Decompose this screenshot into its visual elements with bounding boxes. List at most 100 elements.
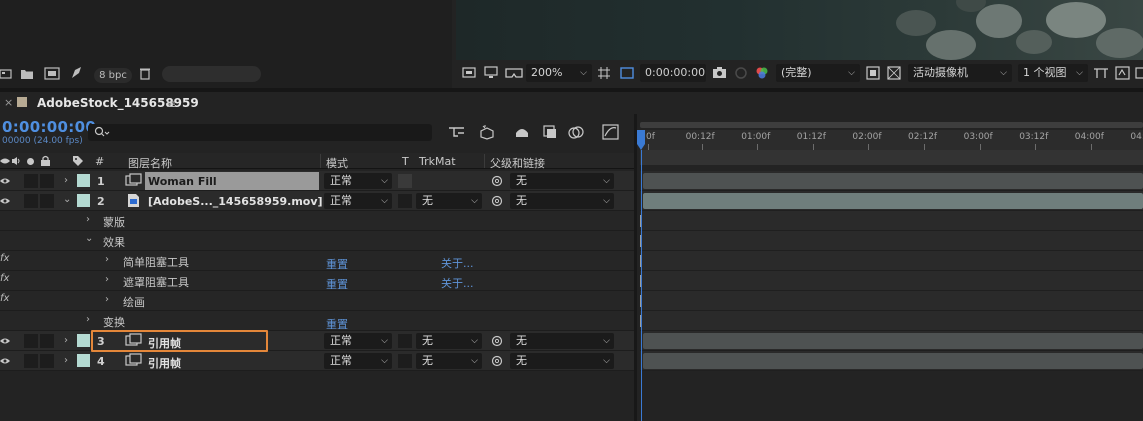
property-row-effect-3[interactable] xyxy=(0,291,634,311)
fx-switch[interactable]: fx xyxy=(0,253,9,264)
timeline-track-row[interactable] xyxy=(640,251,1143,271)
eye-icon[interactable] xyxy=(0,196,10,206)
parent-dropdown[interactable]: 无 ⌵ xyxy=(510,333,614,349)
expand-chevron-icon[interactable]: › xyxy=(86,314,90,325)
column-separator[interactable] xyxy=(484,154,485,168)
property-row-effect-1[interactable] xyxy=(0,251,634,271)
reset-link[interactable]: 重置 xyxy=(326,316,348,332)
blend-mode-dropdown[interactable]: 正常 ⌵ xyxy=(324,193,392,209)
about-link[interactable]: 关于... xyxy=(441,255,474,271)
transparency-grid-icon[interactable] xyxy=(619,66,635,80)
layer-duration-bar-1[interactable] xyxy=(643,173,1143,189)
timeline-track-row[interactable] xyxy=(640,231,1143,251)
bit-depth-button[interactable]: 8 bpc xyxy=(94,68,132,83)
pick-whip-icon[interactable] xyxy=(491,175,503,187)
blend-mode-dropdown[interactable]: 正常 ⌵ xyxy=(324,173,392,189)
layer-label-color[interactable] xyxy=(77,354,90,367)
property-row-transform[interactable] xyxy=(0,311,634,331)
current-time-display[interactable]: 0:00:00:00 xyxy=(640,64,706,82)
lock-switch[interactable] xyxy=(40,334,54,348)
layer-label-color[interactable] xyxy=(77,334,90,347)
effect-name[interactable]: 简单阻塞工具 xyxy=(123,254,189,270)
track-matte-dropdown[interactable]: 无 ⌵ xyxy=(416,353,482,369)
column-layer-name-header[interactable]: 图层名称 xyxy=(128,155,172,171)
reset-link[interactable]: 重置 xyxy=(326,256,348,272)
transform-group-label[interactable]: 变换 xyxy=(103,314,125,330)
reset-link[interactable]: 重置 xyxy=(326,276,348,292)
effect-name[interactable]: 遮罩阻塞工具 xyxy=(123,274,189,290)
playhead-handle-icon[interactable] xyxy=(636,130,646,152)
expand-chevron-icon[interactable]: › xyxy=(105,254,109,265)
collapse-chevron-icon[interactable]: ⌄ xyxy=(85,233,93,244)
layer-duration-bar-4[interactable] xyxy=(643,353,1143,369)
pick-whip-icon[interactable] xyxy=(491,335,503,347)
timeline-track-row[interactable] xyxy=(640,211,1143,231)
layer-name[interactable]: [AdobeS..._145658959.mov] xyxy=(148,195,323,208)
layer-name[interactable]: 引用帧 xyxy=(148,355,181,371)
fx-switch[interactable]: fx xyxy=(0,273,9,284)
solo-switch[interactable] xyxy=(24,334,38,348)
masks-group-label[interactable]: 蒙版 xyxy=(103,214,125,230)
interpret-footage-icon[interactable] xyxy=(0,68,12,80)
layer-duration-bar-3[interactable] xyxy=(643,333,1143,349)
layer-duration-bar-2[interactable] xyxy=(643,193,1143,209)
parent-dropdown[interactable]: 无 ⌵ xyxy=(510,353,614,369)
toggle-transparency-grid-icon[interactable] xyxy=(887,66,901,80)
eye-icon[interactable] xyxy=(0,176,10,186)
viewer-overflow-icon[interactable] xyxy=(1135,66,1143,80)
fast-previews-icon[interactable] xyxy=(866,66,880,80)
snapshot-camera-icon[interactable] xyxy=(712,66,727,80)
solo-switch[interactable] xyxy=(24,194,38,208)
composition-flowchart-icon[interactable] xyxy=(448,124,466,140)
expand-chevron-icon[interactable]: › xyxy=(64,335,68,346)
panel-menu-icon[interactable]: ≡ xyxy=(166,97,176,111)
work-area-bar[interactable] xyxy=(640,122,1143,128)
about-link[interactable]: 关于... xyxy=(441,275,474,291)
draft-3d-icon[interactable] xyxy=(480,124,498,140)
expand-chevron-icon[interactable]: › xyxy=(105,294,109,305)
views-dropdown[interactable]: 1 个视图 ⌵ xyxy=(1018,64,1088,82)
zoom-dropdown[interactable]: 200% ⌵ xyxy=(526,64,592,82)
eye-icon[interactable] xyxy=(0,356,10,366)
trash-icon[interactable] xyxy=(139,67,151,80)
solo-switch[interactable] xyxy=(24,354,38,368)
fx-switch[interactable]: fx xyxy=(0,293,9,304)
expand-chevron-icon[interactable]: › xyxy=(105,274,109,285)
monitor-icon[interactable] xyxy=(484,66,498,80)
render-queue-icon[interactable] xyxy=(70,66,83,80)
color-channels-icon[interactable] xyxy=(755,66,769,80)
layer-name[interactable]: Woman Fill xyxy=(148,175,217,188)
close-icon[interactable]: × xyxy=(4,96,13,109)
blend-mode-dropdown[interactable]: 正常 ⌵ xyxy=(324,333,392,349)
property-row-effects[interactable] xyxy=(0,231,634,251)
motion-blur-icon[interactable] xyxy=(568,124,586,140)
current-time-timecode[interactable]: 0:00:00:00 xyxy=(2,118,96,136)
expand-chevron-icon[interactable]: › xyxy=(86,214,90,225)
toggle-pixel-aspect-icon[interactable] xyxy=(1093,66,1109,80)
expand-chevron-icon[interactable]: › xyxy=(64,175,68,186)
track-matte-dropdown[interactable]: 无 ⌵ xyxy=(416,193,482,209)
timeline-track-row[interactable] xyxy=(640,271,1143,291)
blend-mode-dropdown[interactable]: 正常 ⌵ xyxy=(324,353,392,369)
column-separator[interactable] xyxy=(320,154,321,168)
effect-name[interactable]: 绘画 xyxy=(123,294,145,310)
new-composition-icon[interactable] xyxy=(44,67,60,80)
timeline-track-row[interactable] xyxy=(640,311,1143,331)
effects-group-label[interactable]: 效果 xyxy=(103,234,125,250)
graph-editor-icon[interactable] xyxy=(602,124,620,140)
lock-switch[interactable] xyxy=(40,194,54,208)
project-horizontal-scrollbar[interactable] xyxy=(162,66,261,82)
lock-switch[interactable] xyxy=(40,174,54,188)
preserve-transparency-toggle[interactable] xyxy=(398,194,412,208)
preserve-transparency-toggle[interactable] xyxy=(398,174,412,188)
parent-dropdown[interactable]: 无 ⌵ xyxy=(510,173,614,189)
collapse-chevron-icon[interactable]: ⌄ xyxy=(63,194,71,205)
preserve-transparency-toggle[interactable] xyxy=(398,354,412,368)
reset-exposure-icon[interactable] xyxy=(1115,66,1131,80)
property-row-effect-2[interactable] xyxy=(0,271,634,291)
camera-dropdown[interactable]: 活动摄像机 ⌵ xyxy=(908,64,1012,82)
track-matte-dropdown[interactable]: 无 ⌵ xyxy=(416,333,482,349)
shy-layers-icon[interactable] xyxy=(514,124,532,140)
pick-whip-icon[interactable] xyxy=(491,355,503,367)
parent-dropdown[interactable]: 无 ⌵ xyxy=(510,193,614,209)
